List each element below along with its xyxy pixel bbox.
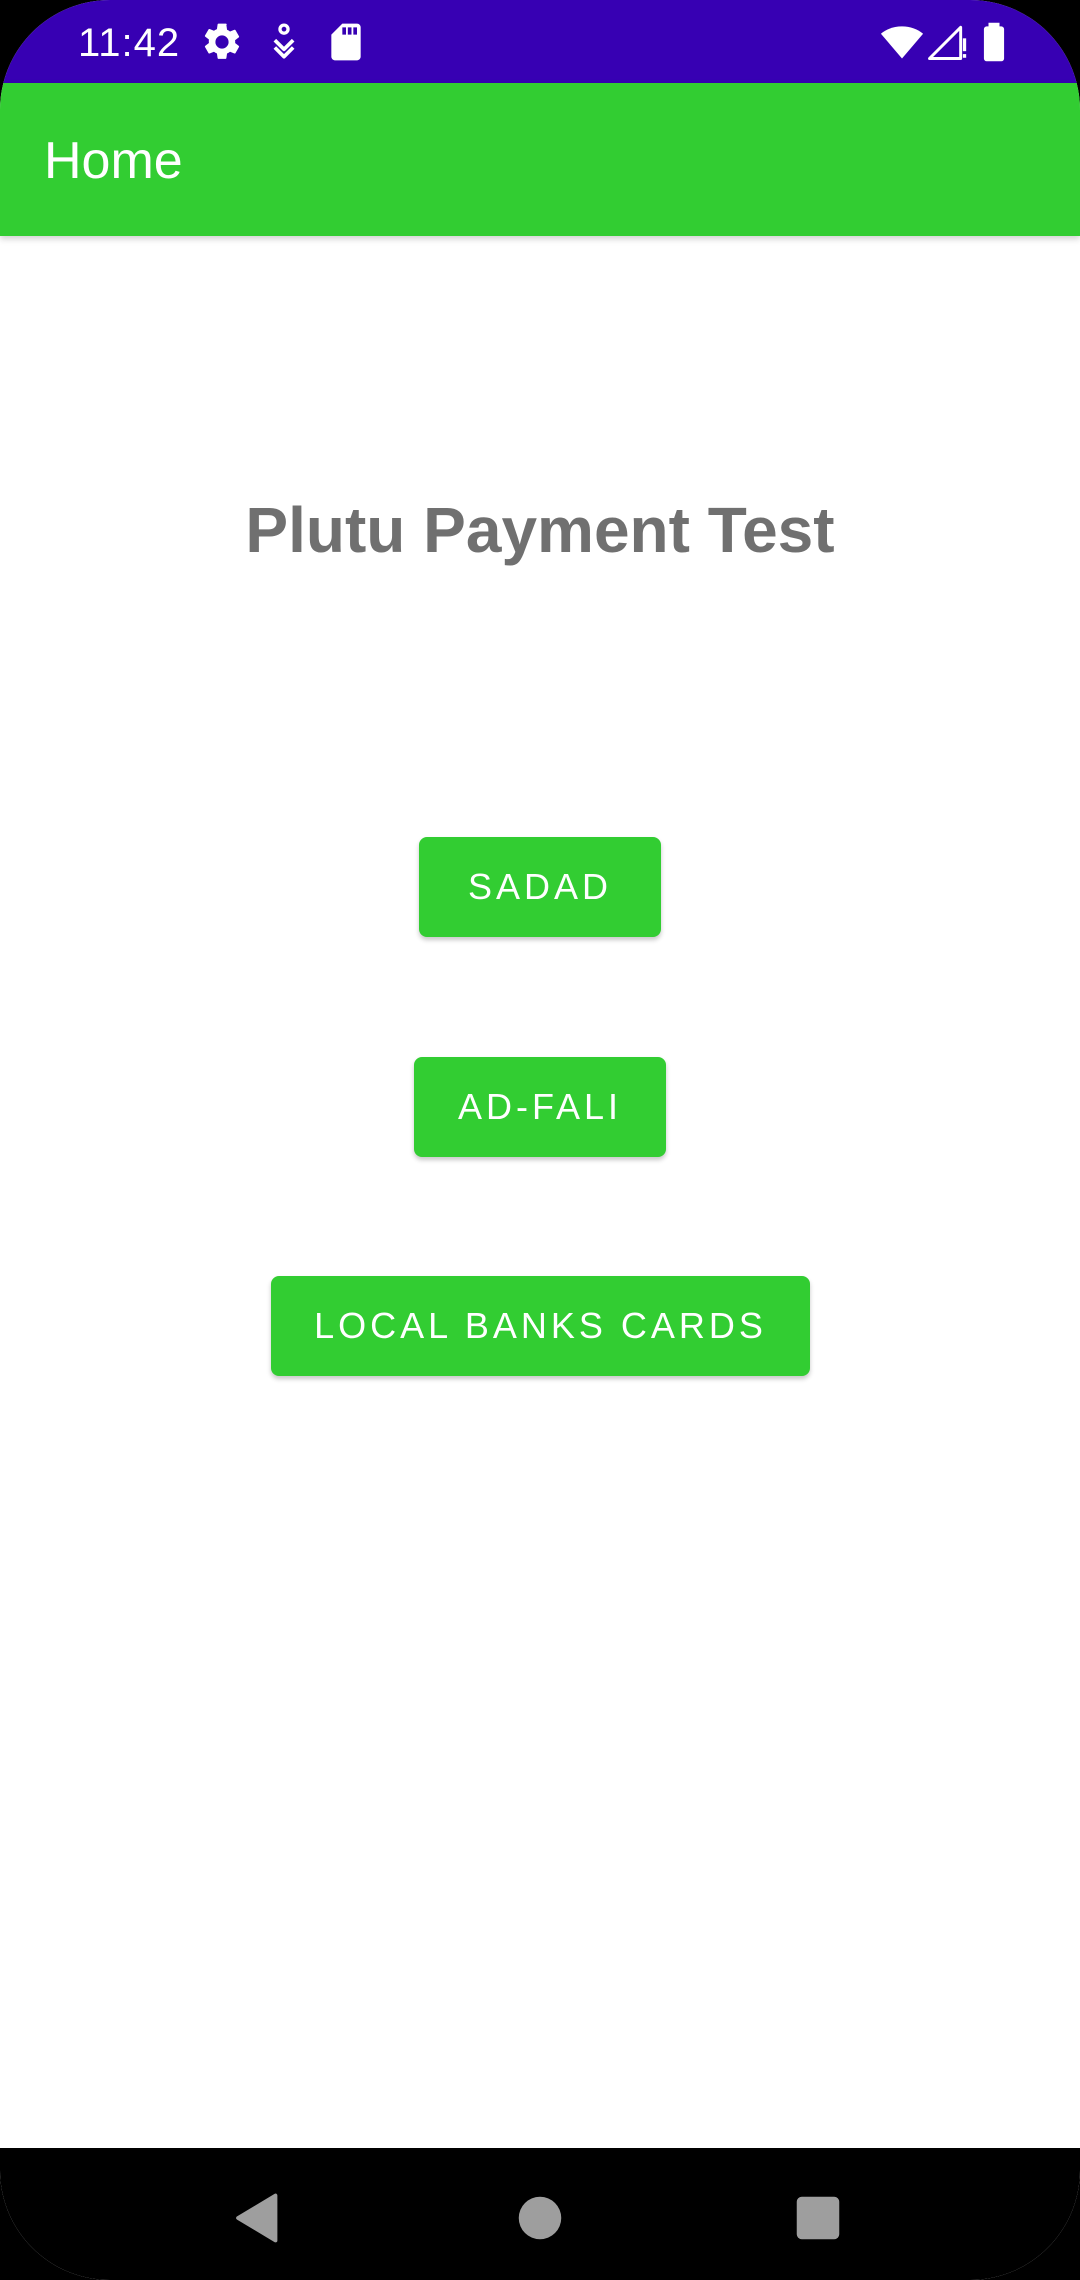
gear-icon <box>204 23 240 59</box>
sadad-button[interactable]: SADAD <box>419 837 661 937</box>
battery-icon <box>983 22 1005 62</box>
phone-screen: 11:42 Home Plutu Payment Test SADAD AD-F… <box>0 0 1080 2280</box>
home-icon[interactable] <box>510 2188 570 2248</box>
status-bar: 11:42 <box>0 0 1080 83</box>
sync-icon <box>273 23 295 59</box>
recents-icon[interactable] <box>788 2188 848 2248</box>
local-banks-cards-button[interactable]: LOCAL BANKS CARDS <box>271 1276 810 1376</box>
ad-fali-button[interactable]: AD-FALI <box>414 1057 666 1157</box>
wifi-icon <box>880 26 924 59</box>
app-bar-title: Home <box>44 132 183 190</box>
back-icon[interactable] <box>228 2188 288 2248</box>
sd-card-icon <box>331 23 361 61</box>
navigation-bar <box>0 2148 1080 2280</box>
app-bar: Home <box>0 83 1080 236</box>
signal-icon <box>928 25 967 60</box>
page-title: Plutu Payment Test <box>245 494 835 566</box>
status-time: 11:42 <box>78 21 181 65</box>
